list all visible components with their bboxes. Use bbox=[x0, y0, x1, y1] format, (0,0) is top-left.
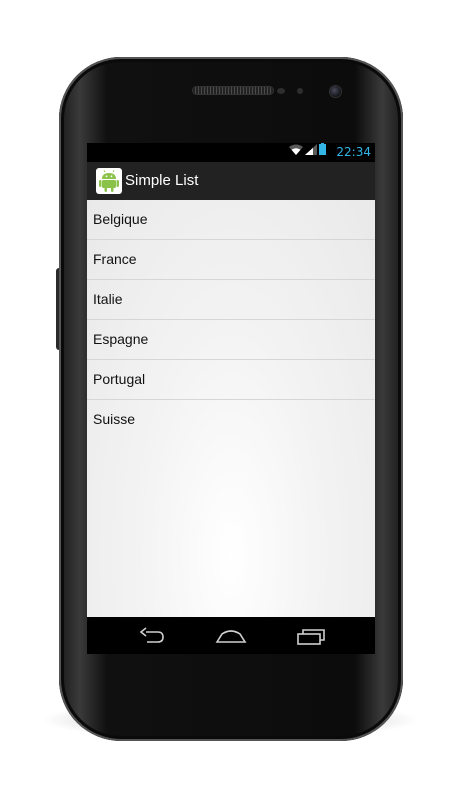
android-app-icon[interactable] bbox=[96, 168, 122, 194]
status-clock: 22:34 bbox=[336, 145, 371, 159]
navigation-bar bbox=[87, 617, 375, 654]
device-screen: 22:34 Simple List Belgique France Italie… bbox=[87, 143, 375, 654]
home-icon[interactable] bbox=[214, 625, 248, 647]
battery-icon bbox=[319, 143, 326, 159]
list-item[interactable]: Portugal bbox=[87, 360, 375, 400]
wifi-icon bbox=[289, 143, 303, 159]
proximity-sensor bbox=[277, 88, 285, 94]
light-sensor bbox=[297, 88, 303, 94]
back-icon[interactable] bbox=[134, 625, 168, 647]
front-camera bbox=[330, 86, 341, 97]
signal-icon bbox=[305, 143, 317, 159]
recent-apps-icon[interactable] bbox=[294, 625, 328, 647]
list-item[interactable]: Italie bbox=[87, 280, 375, 320]
list-item[interactable]: Belgique bbox=[87, 200, 375, 240]
list-item[interactable]: Espagne bbox=[87, 320, 375, 360]
list-item[interactable]: Suisse bbox=[87, 400, 375, 439]
country-list: Belgique France Italie Espagne Portugal … bbox=[87, 200, 375, 439]
status-icons bbox=[289, 143, 326, 159]
status-bar: 22:34 bbox=[87, 143, 375, 162]
earpiece-speaker bbox=[193, 87, 273, 94]
list-item[interactable]: France bbox=[87, 240, 375, 280]
app-title: Simple List bbox=[125, 172, 199, 189]
action-bar: Simple List bbox=[87, 162, 375, 201]
list-container: Belgique France Italie Espagne Portugal … bbox=[87, 200, 375, 617]
